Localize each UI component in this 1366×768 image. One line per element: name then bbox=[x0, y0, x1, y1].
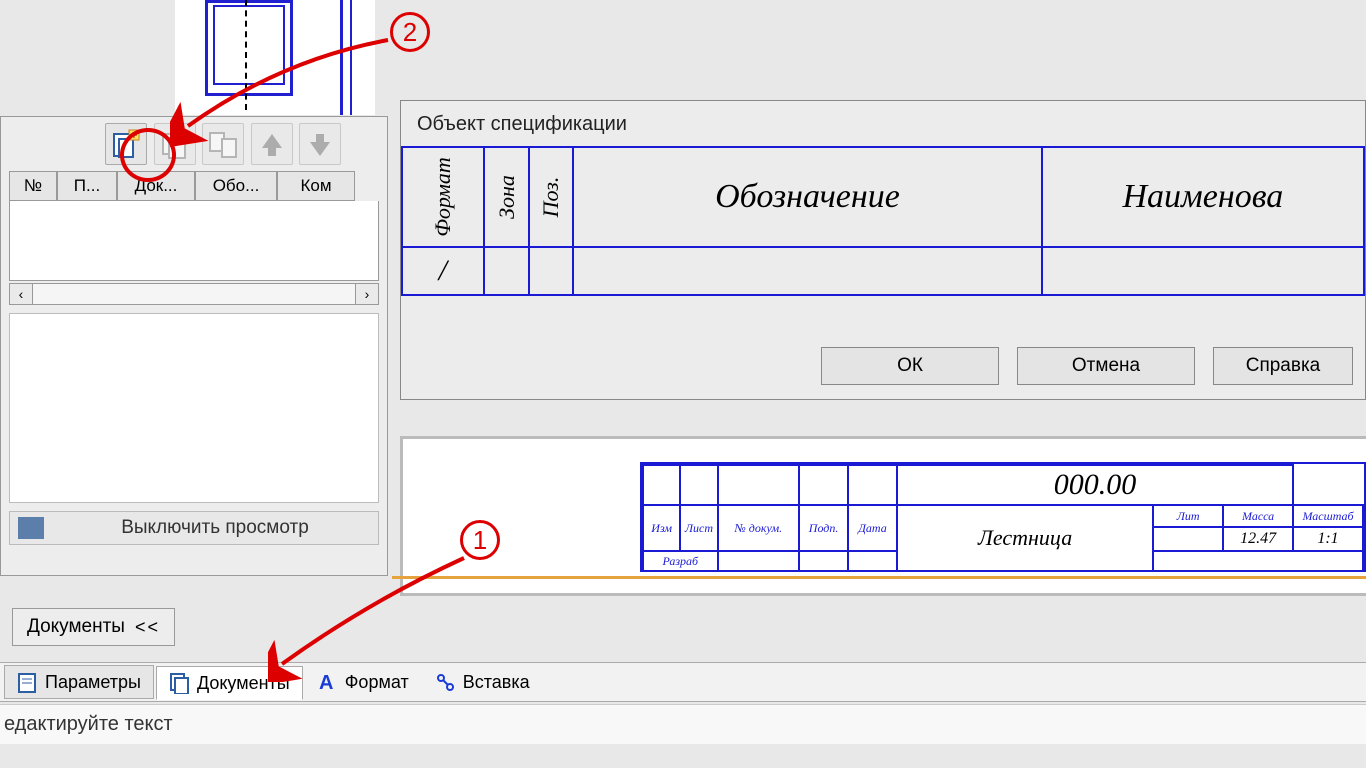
cell-name[interactable] bbox=[1042, 247, 1364, 295]
insert-icon bbox=[435, 671, 457, 693]
horizontal-scrollbar[interactable]: ‹ › bbox=[9, 283, 379, 305]
tb-podp: Подп. bbox=[799, 505, 848, 551]
tb-razrab: Разраб bbox=[643, 551, 718, 571]
spec-header-table: Формат Зона Поз. Обозначение Наименова / bbox=[401, 146, 1365, 296]
tb-date: Дата bbox=[848, 505, 897, 551]
help-button[interactable]: Справка bbox=[1213, 347, 1353, 385]
preview-area bbox=[9, 313, 379, 503]
cell-designation[interactable] bbox=[573, 247, 1042, 295]
preview-swatch bbox=[18, 517, 44, 539]
col-comment[interactable]: Ком bbox=[277, 171, 355, 201]
dialog-title: Объект спецификации bbox=[401, 101, 1365, 146]
tb-scale-val: 1:1 bbox=[1293, 527, 1363, 551]
specification-panel: № П... Док... Обо... Ком ‹ › Выключить п… bbox=[0, 116, 388, 576]
link-spec-button bbox=[202, 123, 244, 165]
documents-icon bbox=[169, 672, 191, 694]
move-up-button bbox=[251, 123, 293, 165]
tb-list: Лист bbox=[680, 505, 717, 551]
drawing-fragment bbox=[175, 0, 375, 115]
status-text: едактируйте текст bbox=[4, 713, 173, 736]
tab-format[interactable]: A Формат bbox=[305, 665, 421, 699]
tb-scale: Масштаб bbox=[1293, 505, 1363, 527]
tab-insert-label: Вставка bbox=[463, 672, 530, 693]
col-zone-label: Зона bbox=[493, 175, 519, 219]
col-designation-label: Обозначение bbox=[574, 178, 1041, 216]
svg-text:A: A bbox=[319, 672, 333, 693]
collapse-chevron-icon: << bbox=[135, 617, 160, 638]
col-designation[interactable]: Обо... bbox=[195, 171, 277, 201]
col-pos-label: Поз. bbox=[538, 176, 564, 218]
status-bar: едактируйте текст bbox=[0, 704, 1366, 744]
title-block: 000.00 Изм Лист № докум. Подп. Дата Лест… bbox=[640, 462, 1366, 572]
tb-ndoc: № докум. bbox=[718, 505, 800, 551]
annotation-marker-2: 2 bbox=[390, 12, 430, 52]
tb-mass: Масса bbox=[1223, 505, 1293, 527]
col-pos[interactable]: П... bbox=[57, 171, 117, 201]
tab-format-label: Формат bbox=[345, 672, 409, 693]
separator-line bbox=[392, 576, 1366, 579]
tab-parameters-label: Параметры bbox=[45, 672, 141, 693]
bottom-tabstrip: Параметры Документы A Формат Вставка bbox=[0, 662, 1366, 702]
documents-panel-tab[interactable]: Документы << bbox=[12, 608, 175, 646]
tab-documents-label: Документы bbox=[197, 673, 290, 694]
preview-toggle-row[interactable]: Выключить просмотр bbox=[9, 511, 379, 545]
tab-parameters[interactable]: Параметры bbox=[4, 665, 154, 699]
cell-pos[interactable] bbox=[529, 247, 573, 295]
parameters-icon bbox=[17, 671, 39, 693]
scroll-track[interactable] bbox=[33, 283, 355, 305]
drawing-number: 000.00 bbox=[897, 465, 1293, 505]
tab-documents[interactable]: Документы bbox=[156, 666, 303, 700]
cancel-button[interactable]: Отмена bbox=[1017, 347, 1195, 385]
annotation-ring-2 bbox=[120, 128, 176, 182]
col-number[interactable]: № bbox=[9, 171, 57, 201]
cell-zone[interactable] bbox=[484, 247, 530, 295]
ok-button[interactable]: ОК bbox=[821, 347, 999, 385]
tb-lit: Лит bbox=[1153, 505, 1223, 527]
spec-object-dialog: Объект спецификации Формат Зона Поз. Обо… bbox=[400, 100, 1366, 400]
scroll-left-button[interactable]: ‹ bbox=[9, 283, 33, 305]
tb-mass-val: 12.47 bbox=[1223, 527, 1293, 551]
annotation-marker-1: 1 bbox=[460, 520, 500, 560]
format-icon: A bbox=[317, 671, 339, 693]
tab-insert[interactable]: Вставка bbox=[423, 665, 542, 699]
panel-columns: № П... Док... Обо... Ком bbox=[1, 167, 387, 201]
col-name-label: Наименова bbox=[1043, 178, 1363, 216]
tb-izm: Изм bbox=[643, 505, 680, 551]
scroll-right-button[interactable]: › bbox=[355, 283, 379, 305]
panel-toolbar bbox=[1, 117, 387, 167]
drawing-name: Лестница bbox=[897, 505, 1153, 571]
move-down-button bbox=[299, 123, 341, 165]
documents-tab-label: Документы bbox=[27, 616, 125, 638]
toolbar-spacer bbox=[9, 123, 99, 165]
col-format-label: Формат bbox=[430, 157, 456, 237]
preview-toggle-label: Выключить просмотр bbox=[52, 517, 378, 539]
spec-list[interactable] bbox=[9, 201, 379, 281]
cell-format[interactable]: / bbox=[402, 247, 484, 295]
